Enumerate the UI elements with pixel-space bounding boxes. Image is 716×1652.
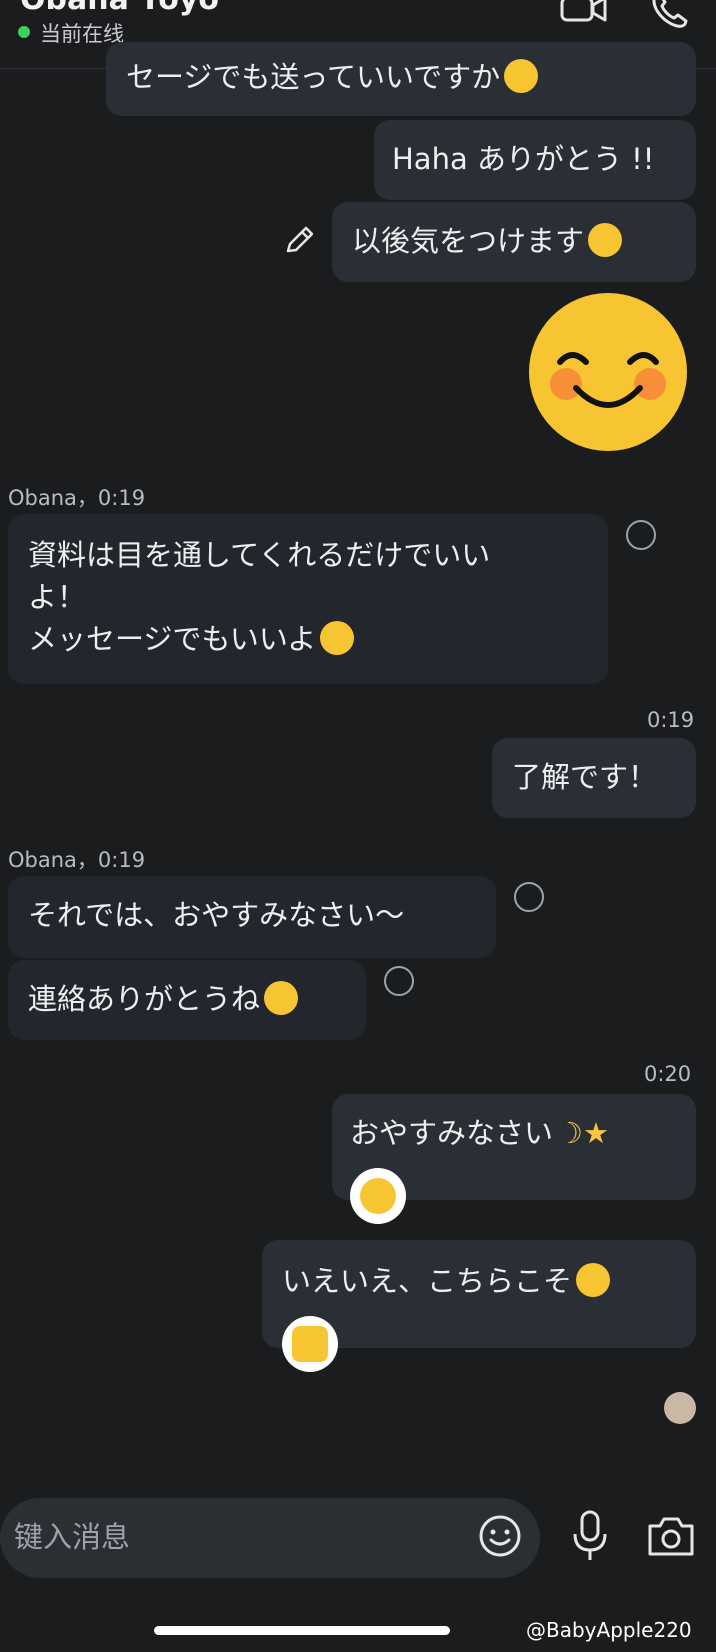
online-status-dot <box>18 26 30 38</box>
thumbs-up-icon <box>292 1326 328 1362</box>
home-indicator <box>154 1626 450 1635</box>
pencil-icon[interactable] <box>282 224 316 258</box>
winking-face-icon <box>264 981 299 1015</box>
message-text: セージでも送っていいですか <box>126 60 501 94</box>
add-reaction-icon[interactable] <box>514 882 544 912</box>
microphone-icon[interactable] <box>570 1510 610 1562</box>
message-bubble-outgoing[interactable]: セージでも送っていいですか <box>106 42 696 116</box>
smile-icon[interactable] <box>478 1514 522 1558</box>
message-text-line: 資料は目を通してくれるだけでいい <box>28 538 491 572</box>
message-bubble-outgoing[interactable]: 了解です！ <box>492 738 696 818</box>
grinning-sweat-face-icon <box>588 223 623 257</box>
phone-icon[interactable] <box>650 0 698 28</box>
message-text: 以後気をつけます <box>352 224 585 258</box>
smiling-face-icon <box>576 1263 611 1297</box>
smiling-face-sticker[interactable] <box>528 292 688 452</box>
message-bubble-incoming[interactable]: 連絡ありがとうね <box>8 960 366 1040</box>
sender-timestamp: Obana，0:19 <box>8 848 146 872</box>
online-status-text: 当前在线 <box>40 22 124 46</box>
message-bubble-outgoing[interactable]: Haha ありがとう !! <box>374 120 696 200</box>
message-timestamp: 0:19 <box>647 708 695 732</box>
message-bubble-incoming[interactable]: 資料は目を通してくれるだけでいい よ！ メッセージでもいいよ <box>8 514 608 684</box>
message-text: 了解です！ <box>512 760 658 794</box>
message-bubble-outgoing[interactable]: 以後気をつけます <box>332 202 696 282</box>
reaction-badge[interactable] <box>350 1168 406 1224</box>
contact-name[interactable]: Obana Yoyo <box>20 0 219 17</box>
message-input[interactable] <box>12 1514 446 1560</box>
crescent-moon-icon: ☽ <box>557 1116 584 1150</box>
message-text: いえいえ、こちらこそ <box>282 1264 573 1298</box>
message-text-line: よ！ <box>28 580 87 614</box>
message-text: それでは、おやすみなさい〜 <box>28 898 405 932</box>
grinning-face-icon <box>504 59 539 93</box>
sleeping-face-icon <box>360 1178 396 1214</box>
video-camera-icon[interactable] <box>560 0 608 30</box>
message-text: 連絡ありがとうね <box>28 982 261 1016</box>
message-text: おやすみなさい <box>350 1116 554 1150</box>
relieved-face-icon <box>320 621 355 655</box>
watermark: @BabyApple220 <box>526 1618 692 1642</box>
read-receipt-avatar <box>664 1392 696 1424</box>
message-bubble-incoming[interactable]: それでは、おやすみなさい〜 <box>8 876 496 958</box>
sender-timestamp: Obana，0:19 <box>8 486 146 510</box>
star-icon: ★ <box>583 1116 610 1150</box>
message-text-line: メッセージでもいいよ <box>28 622 317 656</box>
add-reaction-icon[interactable] <box>626 520 656 550</box>
reaction-badge[interactable] <box>282 1316 338 1372</box>
message-text: Haha ありがとう !! <box>392 142 655 176</box>
add-reaction-icon[interactable] <box>384 966 414 996</box>
camera-icon[interactable] <box>646 1514 696 1558</box>
message-timestamp: 0:20 <box>644 1062 692 1086</box>
